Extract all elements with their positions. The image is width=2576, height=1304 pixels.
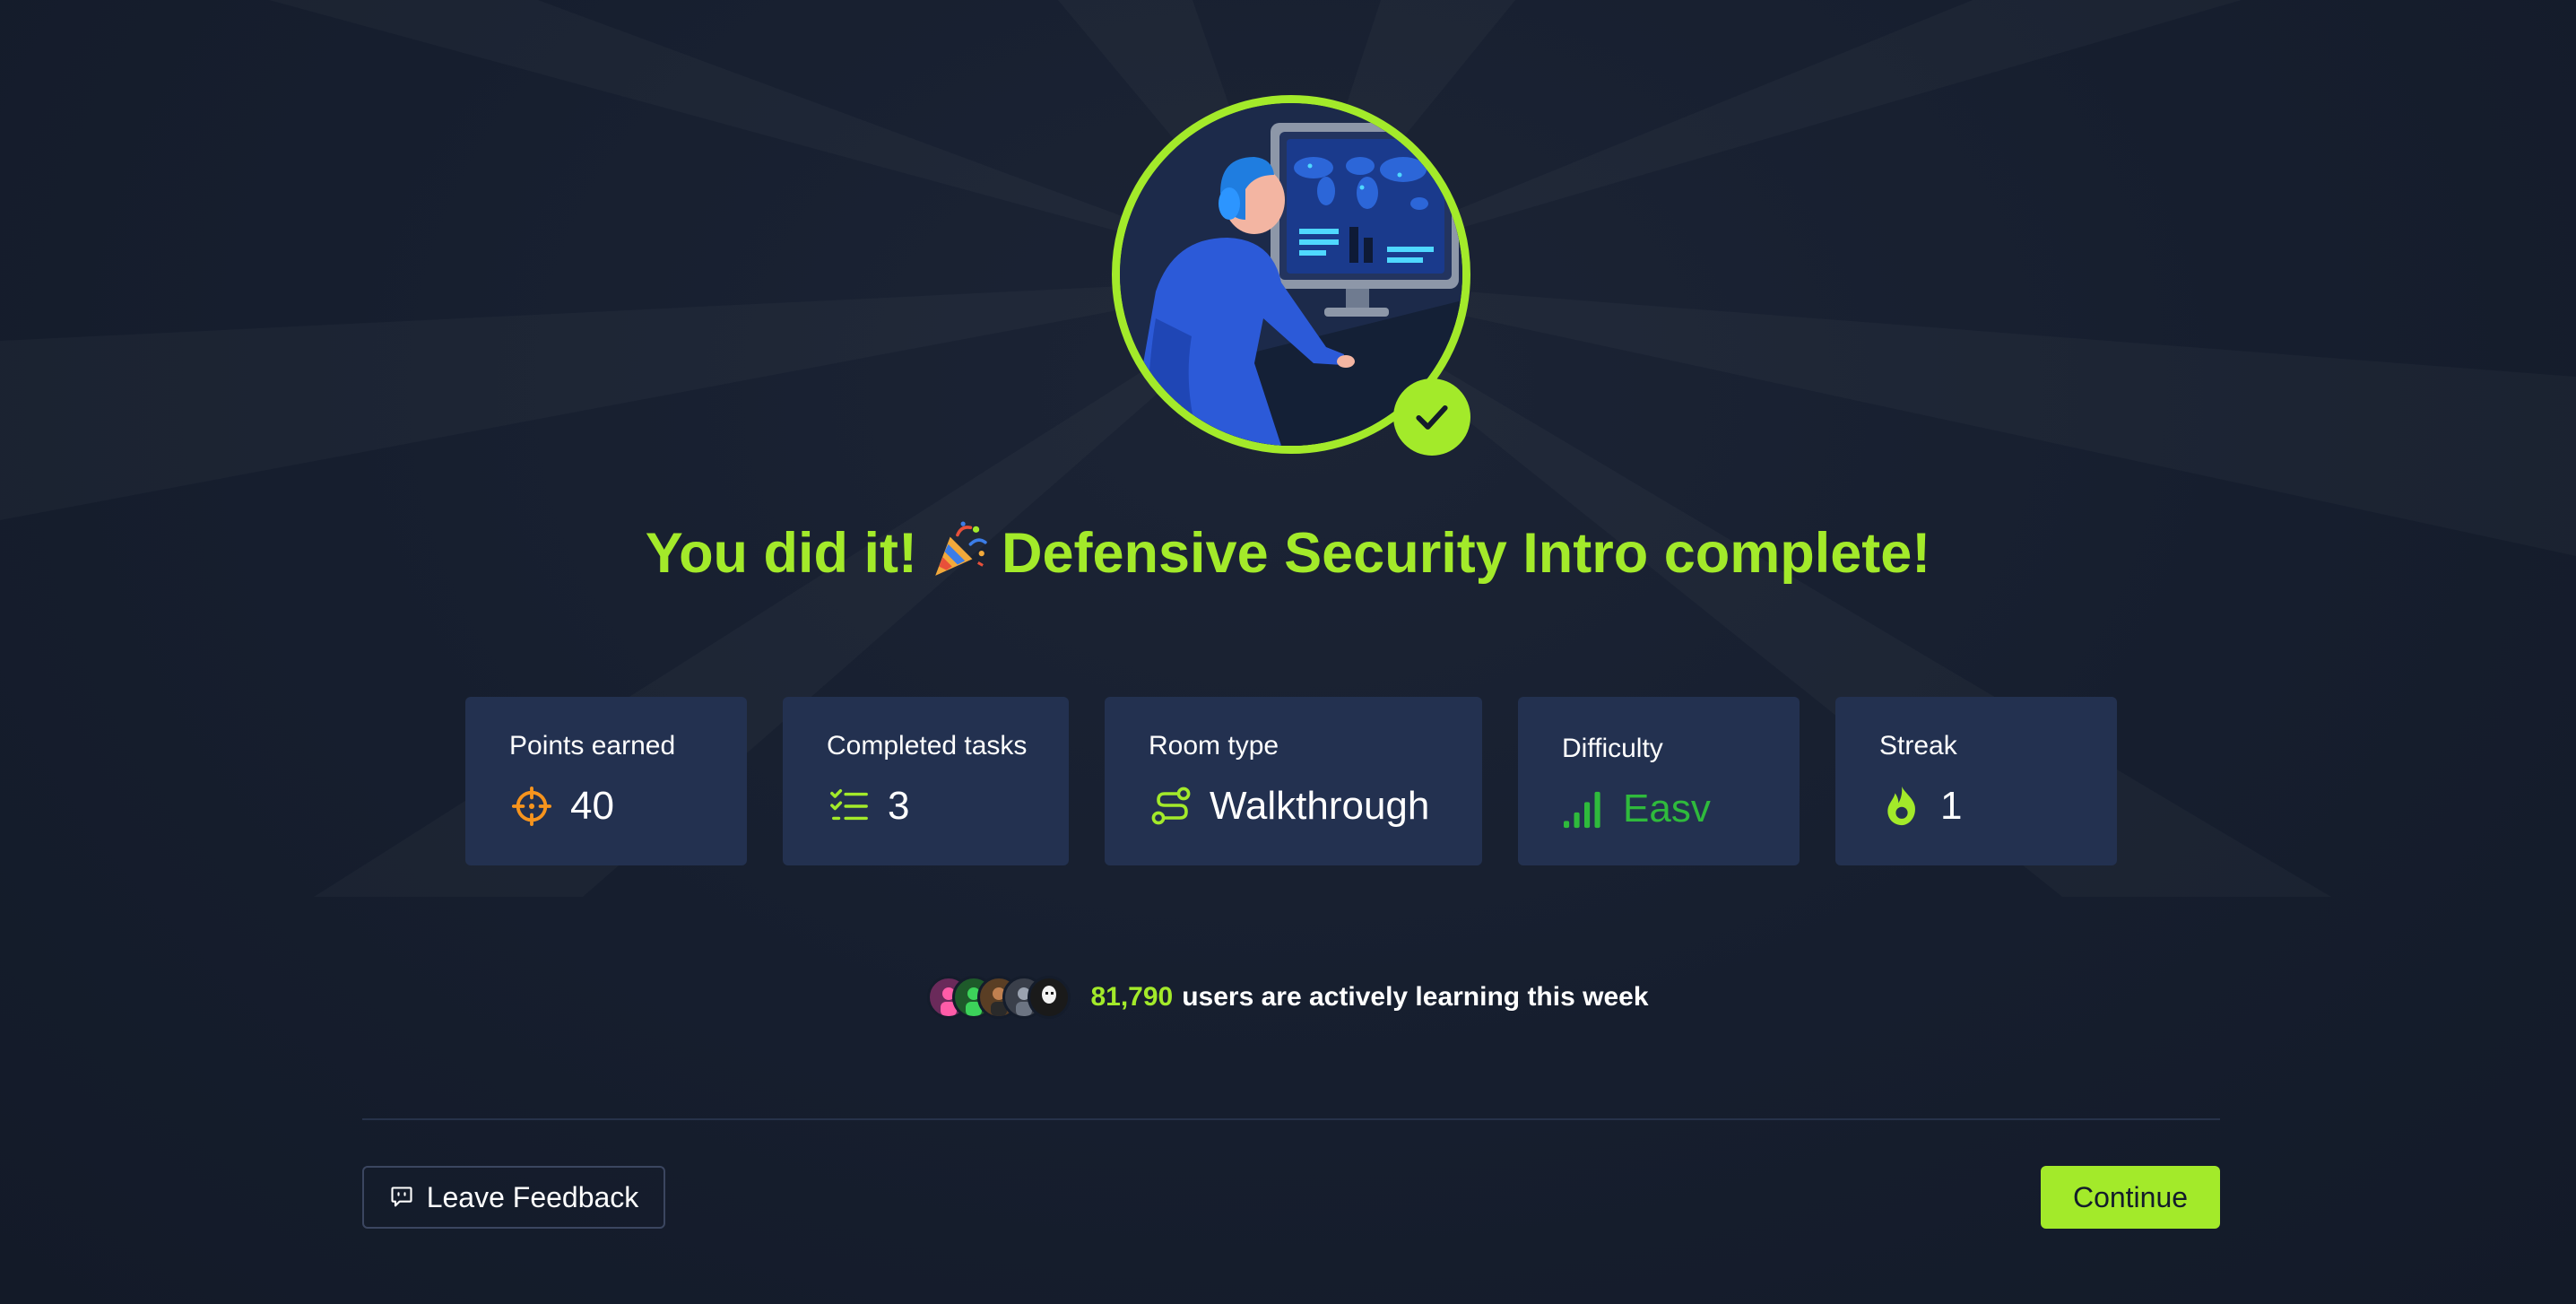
stat-value: 1 <box>1940 784 1963 828</box>
stat-label: Difficulty <box>1562 734 1663 763</box>
stat-label: Room type <box>1149 731 1279 761</box>
headline-prefix: You did it! <box>645 522 917 585</box>
checklist-icon <box>827 784 872 829</box>
headline-suffix: Defensive Security Intro complete! <box>1001 522 1931 585</box>
active-learners: 81,790 users are actively learning this … <box>0 976 2576 1019</box>
route-icon <box>1149 784 1193 829</box>
leave-feedback-label: Leave Feedback <box>426 1180 639 1213</box>
room-illustration <box>1112 95 1470 456</box>
stat-label: Streak <box>1879 731 1957 761</box>
avatar <box>1028 976 1071 1019</box>
stat-value: Walkthrough <box>1210 784 1430 828</box>
stat-label: Completed tasks <box>827 731 1028 761</box>
party-popper-emoji <box>930 520 989 593</box>
footer-divider <box>362 1118 2220 1120</box>
stat-card-tasks: Completed tasks 3 <box>783 697 1069 865</box>
stat-card-room-type: Room type Walkthrough <box>1105 697 1482 865</box>
flame-icon <box>1879 784 1924 829</box>
learners-count: 81,790 <box>1090 982 1174 1012</box>
stat-card-streak: Streak 1 <box>1835 697 2117 865</box>
leave-feedback-button[interactable]: Leave Feedback <box>362 1166 665 1229</box>
stat-value: 3 <box>888 784 910 828</box>
continue-button[interactable]: Continue <box>2041 1166 2220 1229</box>
learners-text: users are actively learning this week <box>1182 982 1649 1012</box>
signal-bars-icon <box>1562 787 1607 831</box>
stat-label: Points earned <box>509 731 676 761</box>
completed-check-badge <box>1393 378 1470 456</box>
feedback-message-icon <box>391 1187 412 1207</box>
target-icon <box>509 784 554 829</box>
stat-value: Easv <box>1623 787 1711 830</box>
completion-page: You did it! Defensive Security Intro com… <box>0 0 2576 1304</box>
learner-avatars <box>927 976 1071 1019</box>
continue-label: Continue <box>2072 1180 2189 1213</box>
room-stats: Points earned 40 Completed tasks 3 Room … <box>0 697 2576 865</box>
completion-headline: You did it! Defensive Security Intro com… <box>0 520 2576 593</box>
check-icon <box>1416 404 1448 430</box>
stat-card-points: Points earned 40 <box>465 697 747 865</box>
stat-value: 40 <box>570 784 614 828</box>
stat-card-difficulty: Difficulty Easv <box>1518 697 1800 865</box>
